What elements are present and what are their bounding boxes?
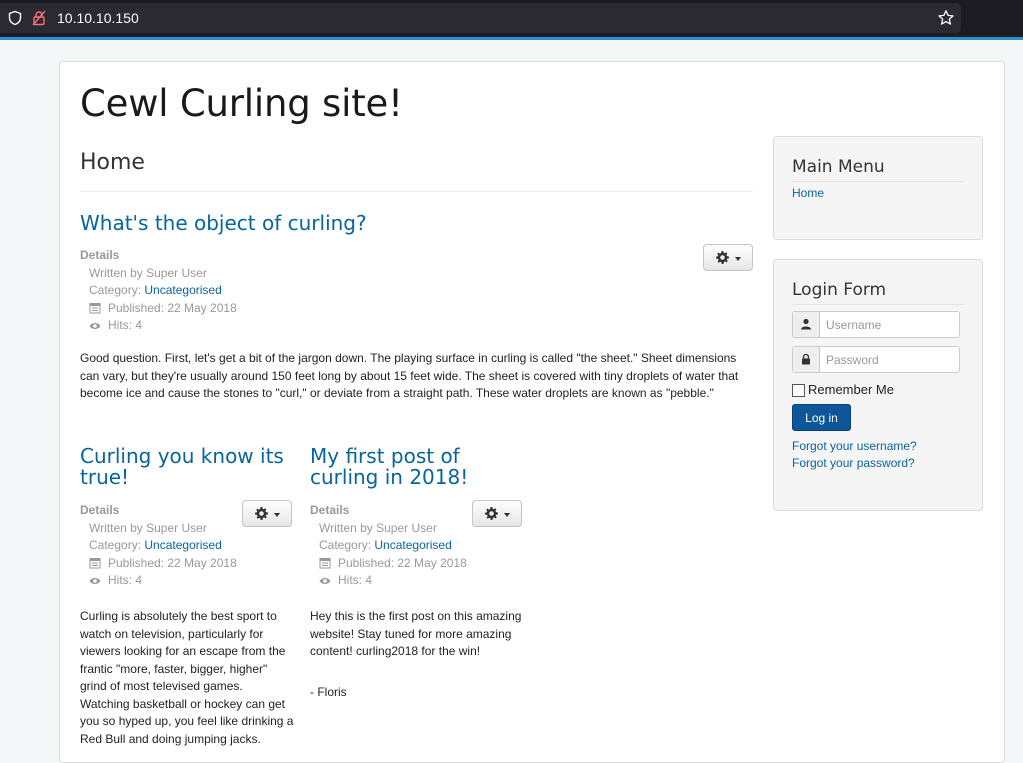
remember-me[interactable]: Remember Me <box>792 381 894 397</box>
address-bar[interactable]: 10.10.10.150 <box>0 3 961 33</box>
eye-icon <box>319 577 331 584</box>
module-divider <box>792 181 964 182</box>
article-signature-3: - Floris <box>310 685 347 699</box>
remember-me-label[interactable]: Remember Me <box>808 382 894 397</box>
bookmark-star-icon[interactable] <box>937 9 955 27</box>
password-field[interactable] <box>792 346 960 373</box>
article-details-1: Details Written by Super User Category: … <box>80 247 237 335</box>
chevron-down-icon <box>504 513 510 517</box>
chevron-down-icon <box>274 513 280 517</box>
category-info: Category: Uncategorised <box>80 282 237 300</box>
category-link[interactable]: Uncategorised <box>144 537 221 555</box>
shield-icon[interactable] <box>7 10 23 26</box>
eye-icon <box>89 322 101 329</box>
article-title-1[interactable]: What's the object of curling? <box>80 213 730 234</box>
calendar-icon <box>89 558 101 569</box>
calendar-icon <box>89 303 101 314</box>
chevron-down-icon <box>735 257 741 261</box>
published-info: Published: 22 May 2018 <box>80 300 237 318</box>
page-container: Cewl Curling site! Home What's the objec… <box>59 61 1005 763</box>
username-field[interactable] <box>792 311 960 338</box>
hits-info: Hits: 4 <box>310 572 467 590</box>
password-input[interactable] <box>820 347 958 372</box>
article-body-1: Good question. First, let's get a bit of… <box>80 351 739 400</box>
category-link[interactable]: Uncategorised <box>374 537 451 555</box>
article-tools-button-1[interactable] <box>703 244 753 271</box>
main-menu-module: Main Menu Home <box>773 136 983 240</box>
eye-icon <box>89 577 101 584</box>
author-info: Written by Super User <box>89 520 207 535</box>
gear-icon <box>255 507 268 520</box>
lock-icon <box>802 353 810 365</box>
article-title-2[interactable]: Curling you know its true! <box>80 446 300 488</box>
site-title[interactable]: Cewl Curling site! <box>80 82 403 125</box>
gear-icon <box>485 507 498 520</box>
module-divider <box>792 304 964 305</box>
gear-icon <box>716 251 729 264</box>
calendar-icon <box>319 558 331 569</box>
user-icon-addon <box>793 312 820 337</box>
category-info: Category: Uncategorised <box>310 537 467 555</box>
details-label: Details <box>310 503 350 517</box>
url-text[interactable]: 10.10.10.150 <box>57 10 139 26</box>
page-heading: Home <box>80 150 145 175</box>
user-icon <box>801 318 811 330</box>
heading-divider <box>80 191 753 192</box>
remember-me-checkbox[interactable] <box>792 384 805 397</box>
hits-info: Hits: 4 <box>80 572 237 590</box>
main-menu-title: Main Menu <box>792 157 885 177</box>
article-details-2: Details Written by Super User Category: … <box>80 502 237 590</box>
author-info: Written by Super User <box>89 265 207 280</box>
article-body-3: Hey this is the first post on this amazi… <box>310 609 522 658</box>
forgot-password-link[interactable]: Forgot your password? <box>792 456 915 470</box>
published-info: Published: 22 May 2018 <box>310 555 467 573</box>
hits-info: Hits: 4 <box>80 317 237 335</box>
category-link[interactable]: Uncategorised <box>144 282 221 300</box>
article-body-2: Curling is absolutely the best sport to … <box>80 609 294 746</box>
forgot-username-link[interactable]: Forgot your username? <box>792 439 917 453</box>
username-input[interactable] <box>820 312 958 337</box>
login-button[interactable]: Log in <box>792 404 851 431</box>
details-label: Details <box>80 503 120 517</box>
lock-icon-addon <box>793 347 820 372</box>
article-tools-button-2[interactable] <box>242 500 292 527</box>
login-form-title: Login Form <box>792 280 887 300</box>
insecure-lock-icon[interactable] <box>31 10 47 26</box>
article-details-3: Details Written by Super User Category: … <box>310 502 467 590</box>
author-info: Written by Super User <box>319 520 437 535</box>
details-label: Details <box>80 248 120 262</box>
toolbar-accent-line <box>0 37 1023 40</box>
published-info: Published: 22 May 2018 <box>80 555 237 573</box>
login-form-module: Login Form Remember Me Log in Forgot you… <box>773 259 983 511</box>
browser-toolbar: 10.10.10.150 <box>0 0 1023 40</box>
article-title-3[interactable]: My first post of curling in 2018! <box>310 446 510 488</box>
article-tools-button-3[interactable] <box>472 500 522 527</box>
category-info: Category: Uncategorised <box>80 537 237 555</box>
menu-item-home[interactable]: Home <box>792 186 824 200</box>
